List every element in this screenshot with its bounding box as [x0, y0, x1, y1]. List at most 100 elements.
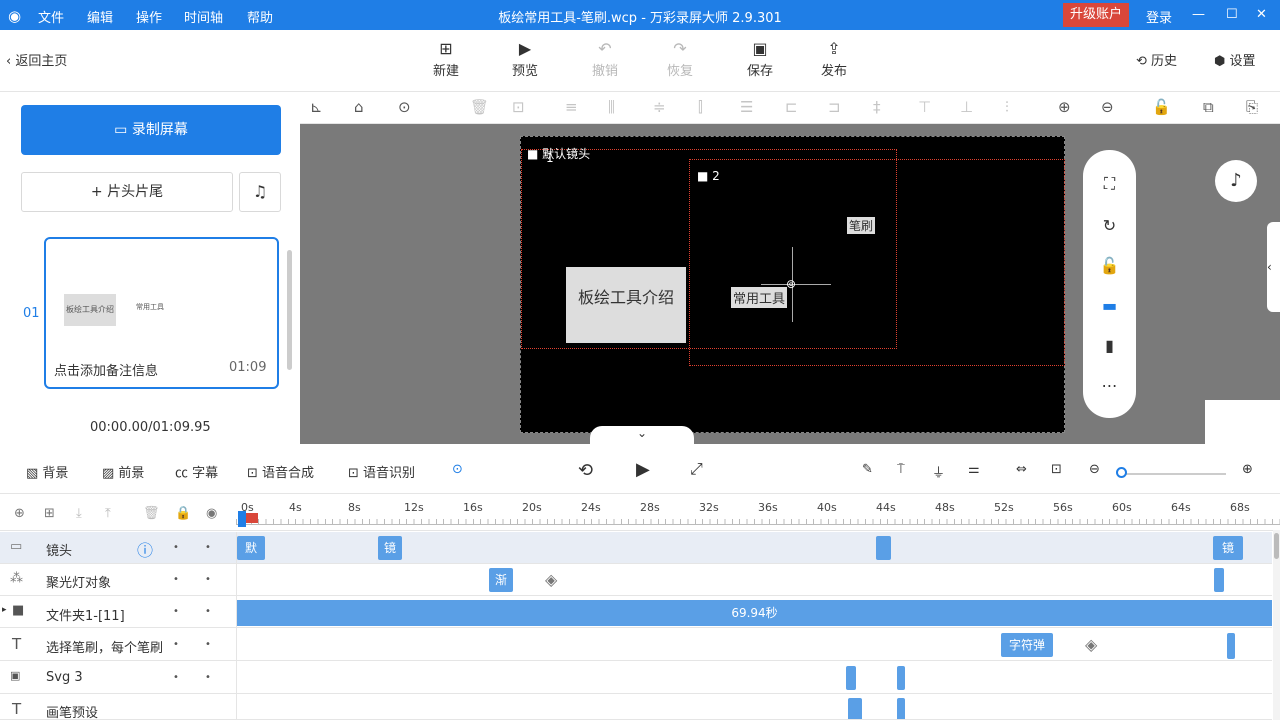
text-common-tools[interactable]: 常用工具: [731, 287, 788, 308]
text-effect-clip[interactable]: 字符弹: [1001, 633, 1053, 657]
text-box-main[interactable]: 板绘工具介绍: [566, 267, 686, 343]
playhead-marker[interactable]: [246, 513, 258, 523]
align-top-icon[interactable]: ≡: [565, 98, 578, 116]
move-down-icon[interactable]: ⤓: [76, 506, 82, 521]
lock-icon[interactable]: 🔓: [1152, 98, 1171, 116]
undo-button[interactable]: ↶ 撤销: [580, 38, 630, 79]
marker-icon[interactable]: ⍑: [897, 462, 905, 477]
dot-icon[interactable]: •: [205, 574, 211, 585]
unlock-icon[interactable]: 🔓: [1083, 256, 1136, 275]
transition-clip[interactable]: 渐: [489, 568, 513, 592]
zoom-slider[interactable]: [1118, 473, 1226, 475]
track-brush-preset[interactable]: T 画笔预设: [0, 694, 1272, 720]
rewind-icon[interactable]: ⟲: [578, 460, 593, 481]
track-spotlight[interactable]: ⁂ 聚光灯对象 • • 渐 ◈: [0, 564, 1272, 596]
camera-clip[interactable]: 默: [237, 536, 265, 560]
dot-icon[interactable]: •: [173, 542, 179, 553]
align-right-icon[interactable]: ⊐: [828, 98, 841, 116]
lock-all-icon[interactable]: 🔒: [175, 506, 191, 521]
track-folder[interactable]: ▸ ■ 文件夹1-[11] • • 69.94秒: [0, 596, 1272, 628]
time-ruler[interactable]: 0s 4s 8s 12s 16s 20s 24s 28s 32s 36s 40s…: [236, 497, 1280, 531]
camera-clip[interactable]: 镜: [378, 536, 402, 560]
zoom-in-icon[interactable]: ⊕: [1058, 98, 1071, 116]
actual-size-icon[interactable]: ⊡: [1051, 462, 1062, 477]
help-icon[interactable]: ⓘ: [137, 537, 153, 561]
slide-thumbnail[interactable]: 板绘工具介绍 常用工具 点击添加备注信息 01:09: [44, 237, 279, 389]
right-expand-tab[interactable]: ‹: [1267, 222, 1280, 312]
save-button[interactable]: ▣ 保存: [735, 38, 785, 79]
new-folder-icon[interactable]: ⊞: [44, 506, 55, 521]
tts-button[interactable]: ⊡ 语音合成: [247, 462, 314, 481]
lock-icon[interactable]: ⊚: [786, 277, 796, 291]
copy-icon[interactable]: ⧉: [1203, 98, 1214, 116]
dot-icon[interactable]: •: [205, 672, 211, 683]
dot-icon[interactable]: •: [205, 639, 211, 650]
align-base-icon[interactable]: ⊥: [960, 98, 973, 116]
track-camera[interactable]: ▭ 镜头 ⓘ • • 默 镜 镜: [0, 532, 1272, 564]
camera-frame-2[interactable]: [689, 159, 1065, 366]
dot-icon[interactable]: •: [173, 639, 179, 650]
track-text-brush[interactable]: T 选择笔刷，每个笔刷 • • 字符弹 ◈: [0, 629, 1272, 661]
mobile-icon[interactable]: ▮: [1083, 336, 1136, 355]
zoom-slider-handle[interactable]: [1116, 467, 1127, 478]
clip-marker[interactable]: [897, 666, 905, 690]
layout-icon[interactable]: ⊾: [310, 98, 323, 116]
clip-marker[interactable]: [848, 698, 862, 719]
slide-note[interactable]: 点击添加备注信息: [54, 360, 158, 379]
more-icon[interactable]: ⊙: [398, 98, 411, 116]
clip-marker[interactable]: [846, 666, 856, 690]
adjust-icon[interactable]: ⚌: [968, 462, 980, 477]
close-icon[interactable]: ✕: [1256, 7, 1267, 22]
keyframe-icon[interactable]: ◈: [545, 570, 557, 589]
stage[interactable]: ■ 默认镜头 1 ■ 2 板绘工具介绍 笔刷 常用工具 ⊚: [520, 136, 1065, 433]
play-icon[interactable]: ▶: [636, 459, 650, 480]
clip-marker[interactable]: [1214, 568, 1224, 592]
distribute-v-icon[interactable]: ☰: [740, 98, 753, 116]
clip-marker[interactable]: [897, 698, 905, 719]
fit-width-icon[interactable]: ⇔: [1016, 462, 1027, 477]
minimap[interactable]: [1205, 400, 1280, 444]
dot-icon[interactable]: •: [205, 542, 211, 553]
timeline-scrollbar[interactable]: [1273, 530, 1280, 720]
align-bottom-icon[interactable]: ⊤: [918, 98, 931, 116]
slide-scrollbar[interactable]: [287, 250, 292, 370]
more-options-icon[interactable]: ⊙: [452, 462, 463, 477]
trash-icon[interactable]: 🗑: [143, 506, 160, 521]
dot-icon[interactable]: •: [173, 606, 179, 617]
eye-icon[interactable]: ◉: [206, 506, 217, 521]
expand-arrow-icon[interactable]: ▸: [2, 605, 7, 615]
more-dots-icon[interactable]: ⋯: [1083, 376, 1136, 395]
camera-clip[interactable]: 镜: [1213, 536, 1243, 560]
preview-button[interactable]: ▶ 预览: [500, 38, 550, 79]
fit-screen-icon[interactable]: ⛶: [1083, 174, 1136, 194]
music-float-button[interactable]: ♪: [1215, 160, 1257, 202]
record-screen-button[interactable]: ▭ 录制屏幕: [21, 105, 281, 155]
foreground-button[interactable]: ▨ 前景: [102, 462, 144, 481]
caption-button[interactable]: ㏄ 字幕: [175, 462, 218, 481]
text-brush[interactable]: 笔刷: [847, 217, 876, 234]
history-button[interactable]: ⟲ 历史: [1136, 50, 1177, 69]
back-home-button[interactable]: ‹ 返回主页: [6, 50, 67, 69]
zoom-in-icon[interactable]: ⊕: [1242, 462, 1253, 477]
zoom-out-icon[interactable]: ⊖: [1089, 462, 1100, 477]
add-folder-icon[interactable]: ⊕: [14, 506, 25, 521]
align-hcenter-icon[interactable]: ‡: [873, 98, 881, 116]
asr-button[interactable]: ⊡ 语音识别: [348, 462, 415, 481]
distribute-h-icon[interactable]: ⫿: [698, 98, 703, 116]
desktop-icon[interactable]: ▬: [1083, 296, 1136, 315]
folder-clip[interactable]: 69.94秒: [237, 600, 1272, 626]
collapse-panel-button[interactable]: ⌄: [590, 426, 694, 446]
background-button[interactable]: ▧ 背景: [26, 462, 68, 481]
align-left-icon[interactable]: ⊏: [785, 98, 798, 116]
move-up-icon[interactable]: ⤒: [105, 506, 111, 521]
publish-button[interactable]: ⇪ 发布: [809, 38, 859, 79]
new-button[interactable]: ⊞ 新建: [421, 38, 471, 79]
delete-icon[interactable]: 🗑: [470, 98, 489, 116]
dot-icon[interactable]: •: [205, 606, 211, 617]
playhead[interactable]: [238, 511, 246, 527]
align-center-v-icon[interactable]: ⫼: [608, 98, 615, 116]
timeline-scroll-thumb[interactable]: [1274, 533, 1279, 559]
edit-icon[interactable]: ✎: [862, 462, 873, 477]
track-svg3[interactable]: ▣ Svg 3 • •: [0, 662, 1272, 694]
music-button[interactable]: ♫: [239, 172, 281, 212]
